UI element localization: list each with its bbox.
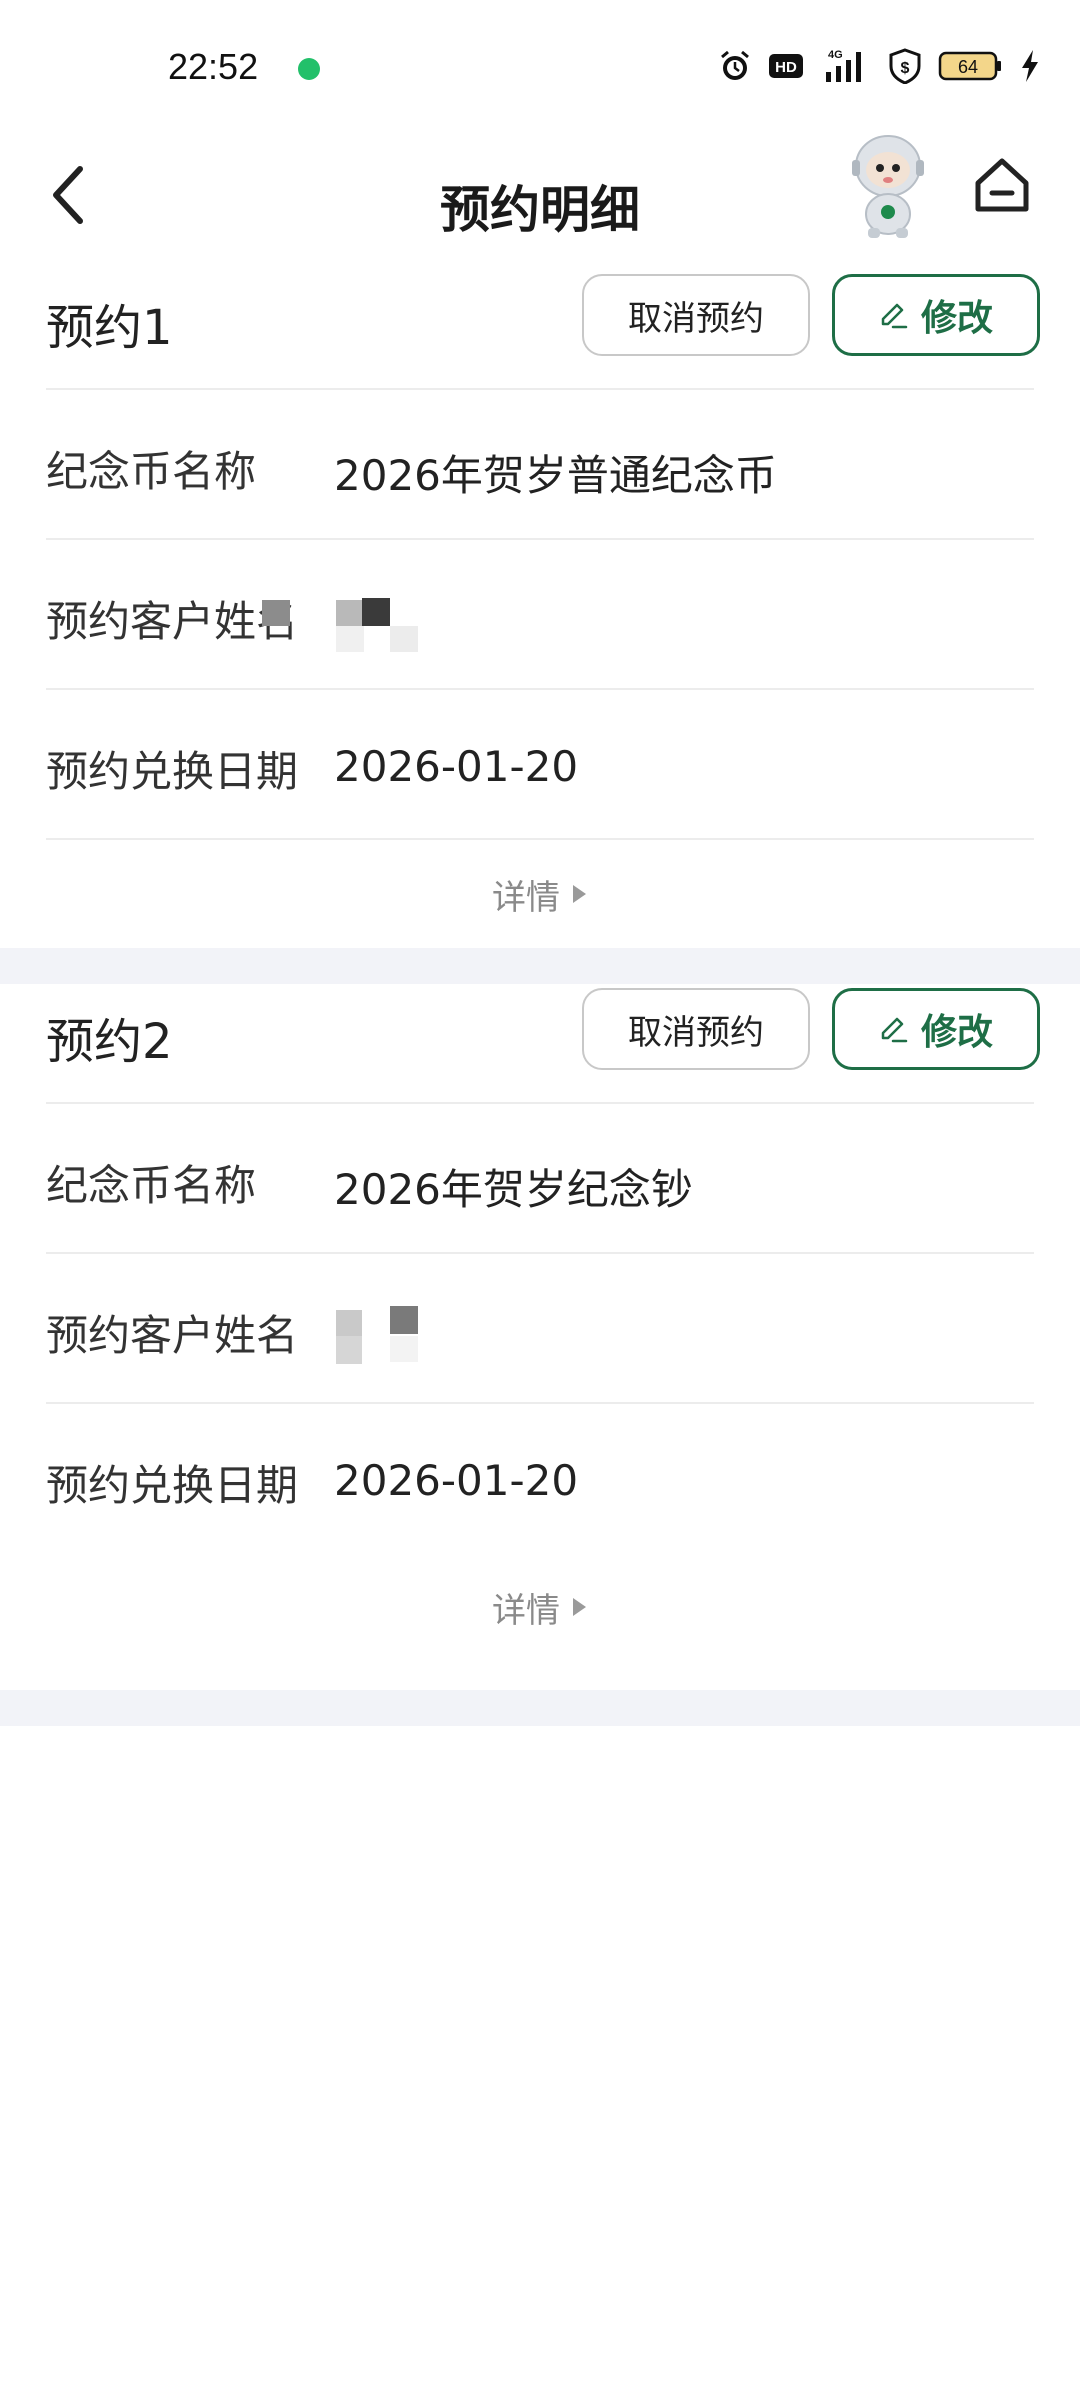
- cancel-reservation-button[interactable]: 取消预约: [582, 988, 810, 1070]
- card-header: 预约1 取消预约 修改: [46, 270, 1040, 390]
- details-link[interactable]: 详情: [46, 1552, 1034, 1662]
- section-separator: [0, 948, 1080, 984]
- home-button[interactable]: [970, 150, 1034, 220]
- battery-icon: 64: [938, 50, 1004, 82]
- cancel-reservation-label: 取消预约: [628, 298, 764, 339]
- details-label: 详情: [492, 1590, 560, 1631]
- field-label: 预约兑换日期: [46, 1461, 299, 1510]
- edit-reservation-button[interactable]: 修改: [832, 988, 1040, 1070]
- field-value: 2026-01-20: [334, 1456, 579, 1505]
- details-link[interactable]: 详情: [46, 838, 1034, 948]
- charging-icon: [1020, 49, 1040, 83]
- robot-assistant-icon[interactable]: [838, 130, 938, 240]
- network-type: 4G: [828, 49, 843, 61]
- card-header: 预约2 取消预约 修改: [46, 984, 1040, 1104]
- alarm-icon: [718, 49, 752, 83]
- cancel-reservation-button[interactable]: 取消预约: [582, 274, 810, 356]
- status-time: 22:52: [168, 46, 259, 87]
- notification-dot-icon: [298, 58, 320, 80]
- field-row-coin-name: 纪念币名称 2026年贺岁普通纪念币: [46, 388, 1034, 538]
- field-label: 纪念币名称: [46, 1161, 257, 1210]
- hd-icon: HD: [768, 51, 804, 81]
- field-label: 预约兑换日期: [46, 747, 299, 796]
- reservation-fields: 纪念币名称 2026年贺岁纪念钞 预约客户姓名 预约兑换日期 2026-01-2…: [46, 1102, 1034, 1662]
- field-row-exchange-date: 预约兑换日期 2026-01-20: [46, 1402, 1034, 1552]
- field-row-customer-name: 预约客户姓名: [46, 538, 1034, 688]
- reservation-card: 预约1 取消预约 修改 纪念币名称 2026年贺岁普通纪念币 预约客户姓名 预约…: [0, 270, 1080, 948]
- caret-right-icon: [573, 885, 586, 903]
- pencil-icon: [881, 303, 908, 329]
- reservation-title: 预约1: [46, 300, 173, 356]
- status-bar: 22:52 HD 4G $ 64: [0, 0, 1080, 130]
- cancel-reservation-label: 取消预约: [628, 1012, 764, 1053]
- section-separator: [0, 1690, 1080, 1726]
- details-label: 详情: [492, 877, 560, 918]
- redacted-name-mosaic: [334, 1306, 444, 1366]
- battery-level: 64: [958, 57, 978, 77]
- pencil-icon: [881, 1017, 908, 1043]
- field-value: 2026年贺岁普通纪念币: [334, 451, 777, 500]
- reservation-card: 预约2 取消预约 修改 纪念币名称 2026年贺岁纪念钞 预约客户姓名 预约兑换…: [0, 984, 1080, 1690]
- svg-text:HD: HD: [775, 59, 797, 76]
- signal-icon: 4G: [820, 48, 872, 84]
- field-label: 预约客户姓名: [46, 1311, 299, 1360]
- edit-reservation-label: 修改: [920, 1012, 993, 1053]
- shield-icon: $: [888, 48, 922, 84]
- field-row-exchange-date: 预约兑换日期 2026-01-20: [46, 688, 1034, 838]
- field-value: 2026-01-20: [334, 742, 579, 791]
- edit-reservation-label: 修改: [920, 298, 993, 339]
- field-row-coin-name: 纪念币名称 2026年贺岁纪念钞: [46, 1102, 1034, 1252]
- status-icons: HD 4G $ 64: [718, 48, 1040, 84]
- caret-right-icon: [573, 1598, 586, 1616]
- top-nav-bar: 预约明细: [0, 130, 1080, 270]
- reservation-title: 预约2: [46, 1014, 173, 1070]
- field-label: 纪念币名称: [46, 447, 257, 496]
- field-row-customer-name: 预约客户姓名: [46, 1252, 1034, 1402]
- field-label: 预约客户姓名: [46, 597, 299, 646]
- home-icon: [975, 158, 1029, 212]
- svg-text:$: $: [901, 60, 910, 77]
- field-value: 2026年贺岁纪念钞: [334, 1165, 693, 1214]
- redacted-name-mosaic: [262, 592, 444, 652]
- reservation-fields: 纪念币名称 2026年贺岁普通纪念币 预约客户姓名 预约兑换日期 2026-01…: [46, 388, 1034, 948]
- edit-reservation-button[interactable]: 修改: [832, 274, 1040, 356]
